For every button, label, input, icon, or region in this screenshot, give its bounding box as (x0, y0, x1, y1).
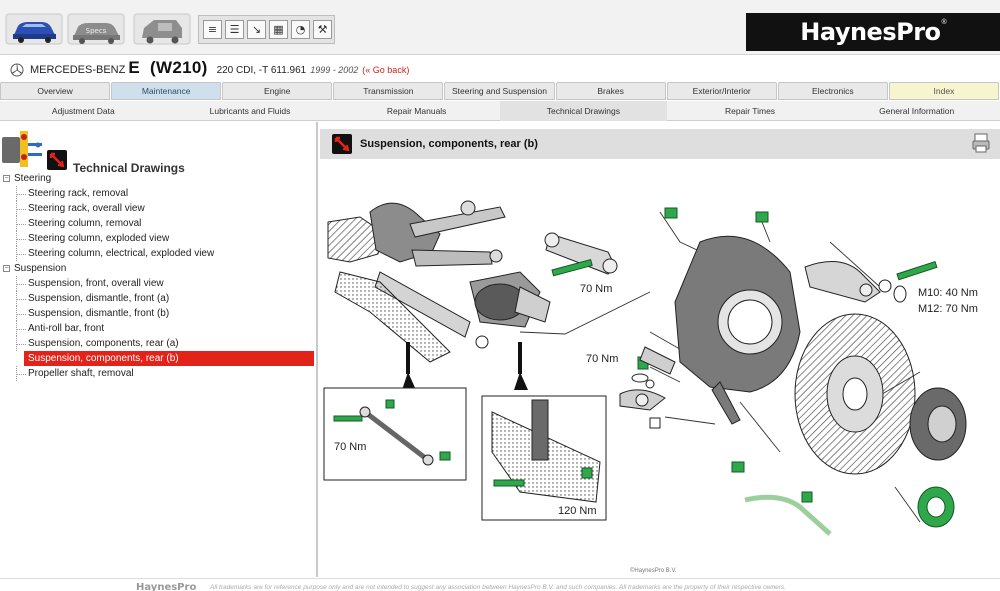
drawing-title: Suspension, components, rear (b) (360, 138, 538, 150)
left-panel-header: Technical Drawings (0, 127, 318, 175)
collapse-icon[interactable]: − (3, 175, 10, 182)
tree-group-label: Suspension (14, 263, 67, 274)
brake-disc-drawing (794, 313, 916, 475)
vehicle-model: E (W210) (128, 58, 208, 77)
tree-group[interactable]: − Suspension (0, 261, 318, 276)
gauge-icon[interactable]: ◔ (291, 20, 310, 39)
brand-logo: HaynesPro ® (746, 13, 1000, 51)
control-arm-drawing: M10: 40 Nm M12: 70 Nm (804, 261, 978, 315)
footer-disclaimer: All trademarks are for reference purpose… (210, 584, 786, 591)
torque-label: 70 Nm (586, 353, 618, 365)
document-icon[interactable]: ☰ (225, 20, 244, 39)
tab-electronics[interactable]: Electronics (777, 82, 888, 100)
vehicle-info: MERCEDES-BENZ E (W210) 220 CDI, -T 611.9… (0, 58, 1000, 82)
tree-item[interactable]: Steering column, removal (0, 216, 318, 231)
torque-label: 70 Nm (334, 441, 366, 453)
technical-drawing-icon (332, 134, 352, 154)
vehicle-years: 1999 - 2002 (310, 65, 359, 75)
detail-pointer-arrow (402, 372, 416, 390)
subtab-general-information[interactable]: General Information (833, 101, 1000, 121)
tree-item[interactable]: Steering rack, overall view (0, 201, 318, 216)
tree-group-label: Steering (14, 173, 52, 184)
upper-link-drawing: 70 Nm (544, 232, 618, 295)
tab-brakes[interactable]: Brakes (555, 82, 666, 100)
secondary-tabs: Adjustment Data Lubricants and Fluids Repa… (0, 101, 1000, 121)
top-toolbar: Specs ≡ ☰ ↘ ▦ ◔ ⚒ HaynesPro ® (0, 0, 1000, 55)
tree-item[interactable]: Suspension, components, rear (b) (24, 351, 314, 366)
subtab-repair-times[interactable]: Repair Times (667, 101, 834, 121)
print-icon[interactable] (972, 133, 990, 153)
technical-drawing-icon (47, 150, 67, 170)
drawing-panel: Suspension, components, rear (b) 70 Nm 1… (320, 122, 1000, 577)
subtab-technical-drawings[interactable]: Technical Drawings (500, 101, 667, 121)
nut (664, 207, 678, 219)
torque-label: 70 Nm (580, 283, 612, 295)
brand-registered-mark: ® (941, 18, 947, 26)
calculator-icon[interactable]: ▦ (269, 20, 288, 39)
vehicle-make: MERCEDES-BENZ (30, 64, 126, 76)
tab-overview[interactable]: Overview (0, 82, 111, 100)
subtab-repair-manuals[interactable]: Repair Manuals (333, 101, 500, 121)
arrow-icon[interactable]: ↘ (247, 20, 266, 39)
detail-pointer-arrow (514, 372, 528, 390)
suspension-category-icon (2, 131, 42, 167)
tab-transmission[interactable]: Transmission (333, 82, 444, 100)
car-front-icon[interactable] (4, 8, 64, 48)
tree-item[interactable]: Suspension, front, overall view (0, 276, 318, 291)
car-side-icon[interactable] (132, 8, 192, 48)
brake-hose (744, 494, 832, 536)
car-specs-icon[interactable]: Specs (66, 8, 126, 48)
go-back-link[interactable]: (« Go back) (362, 65, 409, 75)
brand-name: HaynesPro (800, 18, 941, 46)
tree-item[interactable]: Anti-roll bar, front (0, 321, 318, 336)
drawing-tree: − Steering Steering rack, removal Steering … (0, 171, 318, 381)
tree-item[interactable]: Steering column, exploded view (0, 231, 318, 246)
tab-exterior-interior[interactable]: Exterior/Interior (666, 82, 777, 100)
nav-specs-label: Specs (86, 27, 107, 35)
nut (755, 211, 769, 223)
suspension-drawing: 70 Nm 120 Nm 70 Nm 70 Nm M10: 40 Nm M12:… (323, 200, 978, 536)
subtab-lubricants-and-fluids[interactable]: Lubricants and Fluids (167, 101, 334, 121)
speed-sensor-drawing: 70 Nm (586, 346, 676, 375)
primary-tabs: Overview Maintenance Engine Transmission Ste… (0, 82, 1000, 100)
tree-item[interactable]: Propeller shaft, removal (0, 366, 318, 381)
detail-box-link: 70 Nm (323, 387, 467, 481)
drawing-header: Suspension, components, rear (b) (320, 129, 1000, 159)
tool-group: ≡ ☰ ↘ ▦ ◔ ⚒ (198, 15, 335, 44)
subtab-adjustment-data[interactable]: Adjustment Data (0, 101, 167, 121)
tab-maintenance[interactable]: Maintenance (111, 82, 222, 100)
drawing-copyright: ©HaynesPro B.V. (630, 568, 677, 574)
tree-item[interactable]: Suspension, dismantle, front (b) (0, 306, 318, 321)
wheel-hub-drawing (909, 387, 967, 461)
detail-box-subframe: 120 Nm (481, 395, 607, 521)
vehicle-variant: 220 CDI, -T 611.961 (216, 65, 307, 76)
tree-group[interactable]: − Steering (0, 171, 318, 186)
torque-label: 120 Nm (558, 505, 597, 517)
footer: HaynesPro All trademarks are for referen… (0, 578, 1000, 591)
mercedes-star-icon (10, 63, 24, 77)
tree-item[interactable]: Suspension, dismantle, front (a) (0, 291, 318, 306)
ruler-icon[interactable]: ≡ (203, 20, 222, 39)
left-panel: Technical Drawings − Steering Steering rac… (0, 122, 318, 577)
torque-label-m10: M10: 40 Nm (918, 287, 978, 299)
torque-label-m12: M12: 70 Nm (918, 303, 978, 315)
tree-item[interactable]: Steering column, electrical, exploded vi… (0, 246, 318, 261)
wrench-icon[interactable]: ⚒ (313, 20, 332, 39)
tree-item[interactable]: Steering rack, removal (0, 186, 318, 201)
collapse-icon[interactable]: − (3, 265, 10, 272)
axle-carrier-drawing (327, 200, 551, 363)
tab-steering-and-suspension[interactable]: Steering and Suspension (444, 82, 555, 100)
wheel-carrier-drawing (674, 235, 801, 425)
tree-item[interactable]: Suspension, components, rear (a) (0, 336, 318, 351)
footer-logo: HaynesPro (136, 582, 197, 591)
tab-index[interactable]: Index (888, 82, 999, 100)
tab-engine[interactable]: Engine (222, 82, 333, 100)
